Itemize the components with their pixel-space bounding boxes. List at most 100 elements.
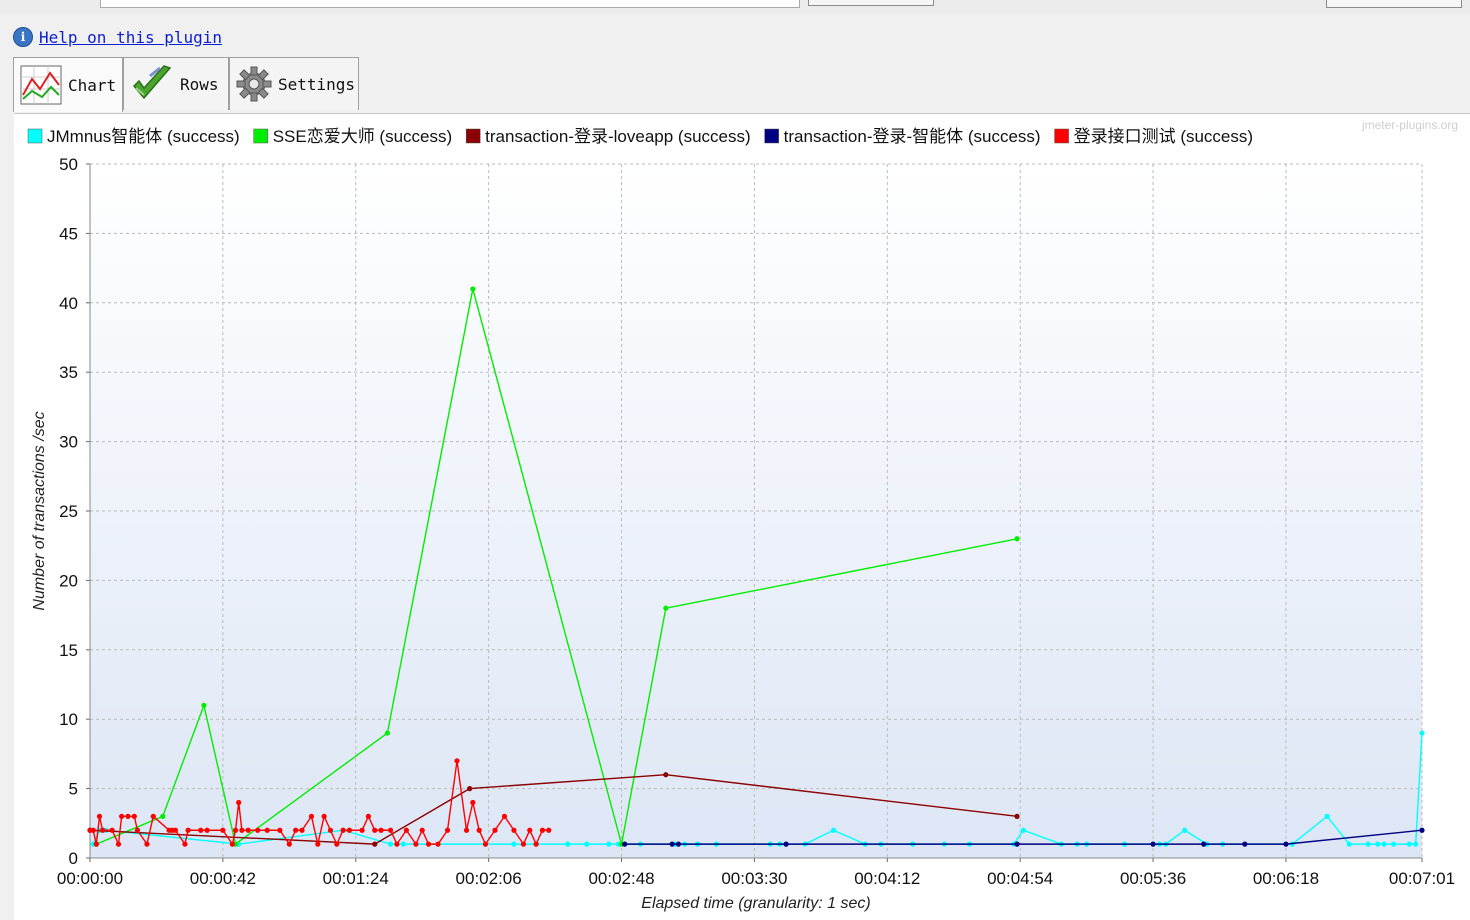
data-point <box>584 841 590 847</box>
data-point <box>1182 827 1188 833</box>
data-point <box>413 841 419 847</box>
data-point <box>372 827 378 833</box>
data-point <box>1390 841 1397 847</box>
data-point <box>830 827 837 833</box>
y-tick-label: 25 <box>59 502 78 521</box>
data-point <box>90 827 96 833</box>
data-point <box>1406 841 1412 847</box>
data-point <box>1014 536 1020 542</box>
data-point <box>511 827 517 833</box>
x-tick-label: 00:02:48 <box>588 869 654 888</box>
data-point <box>93 841 99 847</box>
data-point <box>546 827 552 833</box>
legend-label: SSE恋爱大师 (success) <box>273 126 452 146</box>
tab-chart[interactable]: Chart <box>13 57 123 112</box>
data-point <box>1413 841 1419 847</box>
data-point <box>463 827 470 833</box>
x-tick-label: 00:00:00 <box>57 869 123 888</box>
data-point <box>372 841 378 847</box>
data-point <box>419 827 425 833</box>
data-point <box>1020 827 1026 833</box>
legend-swatch <box>1054 128 1069 144</box>
data-point <box>131 813 137 819</box>
data-point <box>239 827 245 833</box>
data-point <box>387 827 394 833</box>
x-tick-label: 00:03:30 <box>721 869 787 888</box>
data-point <box>236 799 242 806</box>
data-point <box>783 841 789 847</box>
data-point <box>115 841 122 847</box>
tab-rows-label: Rows <box>180 74 219 94</box>
x-tick-label: 00:01:24 <box>323 869 389 888</box>
tab-chart-label: Chart <box>68 75 117 95</box>
x-axis-label: Elapsed time (granularity: 1 sec) <box>641 895 870 912</box>
x-tick-label: 00:00:42 <box>190 869 256 888</box>
browse-button[interactable] <box>808 0 934 6</box>
data-point <box>144 841 150 847</box>
data-point <box>527 827 533 833</box>
data-point <box>1283 841 1289 847</box>
info-icon: i <box>13 27 33 47</box>
data-point <box>150 813 156 819</box>
data-point <box>220 827 226 833</box>
data-point <box>264 827 270 833</box>
data-point <box>134 827 141 833</box>
x-tick-label: 00:04:12 <box>854 869 920 888</box>
tab-settings-label: Settings <box>278 74 356 94</box>
data-point <box>384 730 391 736</box>
data-point <box>286 841 292 847</box>
data-point <box>245 827 251 833</box>
data-point <box>492 827 498 833</box>
tab-rows[interactable]: Rows <box>123 57 229 110</box>
data-point <box>182 841 188 847</box>
legend-label: JMmnus智能体 (success) <box>47 127 240 146</box>
help-link[interactable]: Help on this plugin <box>39 28 222 47</box>
data-point <box>663 772 669 778</box>
data-point <box>1201 841 1207 847</box>
data-point <box>299 827 305 833</box>
data-point <box>321 813 327 819</box>
data-point <box>476 827 482 833</box>
data-point <box>293 827 299 833</box>
data-point <box>172 827 179 833</box>
y-tick-label: 30 <box>59 433 78 452</box>
legend-label: transaction-登录-loveapp (success) <box>485 127 750 146</box>
data-point <box>204 827 210 833</box>
y-tick-label: 20 <box>59 571 78 590</box>
legend-label: transaction-登录-智能体 (success) <box>784 127 1041 146</box>
data-point <box>119 813 125 819</box>
legend-label: 登录接口测试 (success) <box>1074 127 1253 146</box>
y-tick-label: 15 <box>59 641 78 660</box>
legend-swatch <box>27 128 43 144</box>
data-point <box>185 827 191 833</box>
data-point <box>340 827 346 833</box>
data-point <box>308 813 315 819</box>
data-point <box>96 813 103 819</box>
data-point <box>444 827 451 833</box>
x-tick-label: 00:07:01 <box>1389 869 1455 888</box>
data-point <box>403 827 409 833</box>
data-point <box>346 827 353 833</box>
y-tick-label: 45 <box>59 224 78 243</box>
filename-field[interactable] <box>100 0 800 8</box>
data-point <box>669 841 675 847</box>
data-point <box>1419 827 1425 833</box>
watermark: jmeter-plugins.org <box>1361 118 1458 132</box>
line-chart-icon <box>20 65 62 105</box>
data-point <box>1242 841 1248 847</box>
help-row: i Help on this plugin <box>13 26 222 48</box>
data-point <box>622 841 628 847</box>
y-axis-label: Number of transactions /sec <box>31 411 48 610</box>
x-tick-label: 00:02:06 <box>456 869 522 888</box>
data-point <box>425 841 432 847</box>
data-point <box>1375 841 1381 847</box>
data-point <box>232 827 239 833</box>
tab-settings[interactable]: Settings <box>229 57 359 110</box>
data-point <box>470 799 476 806</box>
y-tick-label: 0 <box>69 849 78 868</box>
transactions-chart: jmeter-plugins.org JMmnus智能体 (success) SS… <box>14 114 1470 920</box>
top-right-button[interactable] <box>1326 0 1462 8</box>
data-point <box>482 841 489 847</box>
data-point <box>565 841 571 847</box>
data-point <box>100 827 106 833</box>
